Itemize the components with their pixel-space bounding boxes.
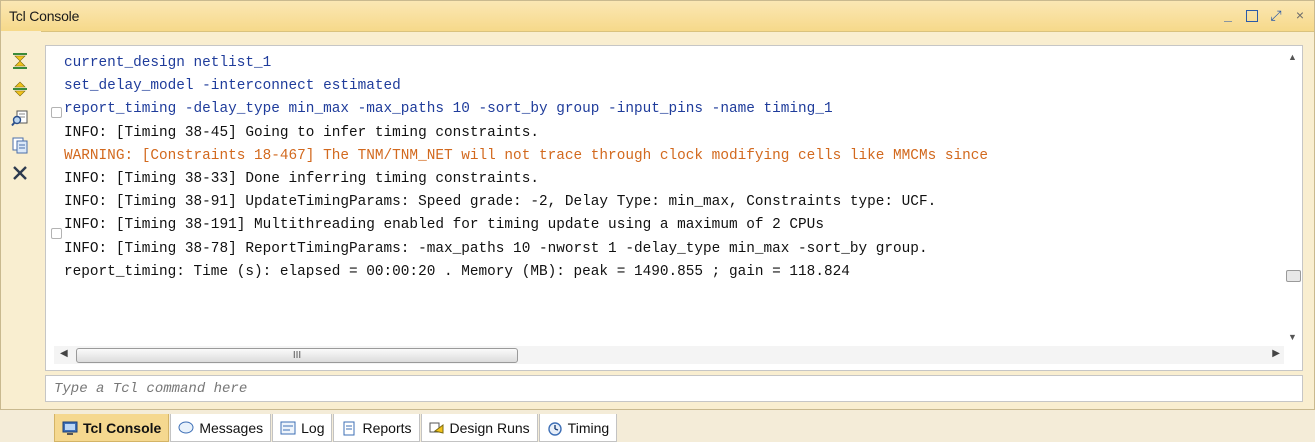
tab-design-runs[interactable]: Design Runs bbox=[420, 414, 538, 442]
console-icon bbox=[62, 421, 78, 435]
messages-icon bbox=[178, 421, 194, 435]
reports-icon bbox=[341, 421, 357, 435]
console-line: current_design netlist_1 bbox=[64, 55, 272, 71]
tab-messages[interactable]: Messages bbox=[170, 414, 272, 442]
window-controls: _ ⤢ × bbox=[1220, 6, 1308, 24]
vertical-scrollbar[interactable]: ▲ ▼ bbox=[1284, 46, 1302, 346]
tab-timing[interactable]: Timing bbox=[538, 414, 618, 442]
console-line: INFO: [Timing 38-78] ReportTimingParams:… bbox=[64, 240, 928, 257]
console-line: WARNING: [Constraints 18-467] The TNM/TN… bbox=[64, 147, 989, 164]
clear-button[interactable] bbox=[10, 163, 30, 183]
expand-all-button[interactable] bbox=[10, 79, 30, 99]
tab-label: Design Runs bbox=[449, 419, 530, 436]
bottom-tab-bar: Tcl Console Messages Log Reports Design Runs… bbox=[54, 414, 618, 442]
find-icon bbox=[11, 110, 28, 127]
panel-titlebar: Tcl Console _ ⤢ × bbox=[1, 1, 1314, 32]
scroll-right-icon[interactable]: ▶ bbox=[1272, 348, 1280, 359]
tab-label: Messages bbox=[199, 419, 264, 436]
console-line: report_timing -delay_type min_max -max_p… bbox=[64, 101, 833, 118]
collapse-all-button[interactable] bbox=[10, 51, 30, 71]
tab-label: Reports bbox=[362, 419, 412, 436]
console-line: report_timing: Time (s): elapsed = 00:00… bbox=[64, 263, 850, 280]
scroll-up-icon[interactable]: ▲ bbox=[1288, 52, 1297, 62]
tcl-console-panel: Tcl Console _ ⤢ × current_design netlist… bbox=[0, 0, 1315, 410]
tab-label: Timing bbox=[567, 419, 610, 436]
tcl-command-input[interactable] bbox=[46, 376, 1302, 401]
find-button[interactable] bbox=[10, 108, 30, 128]
expand-all-icon bbox=[13, 81, 27, 97]
log-icon bbox=[280, 421, 296, 435]
horizontal-scroll-thumb[interactable]: III bbox=[76, 348, 518, 363]
float-button[interactable]: ⤢ bbox=[1268, 6, 1284, 24]
tab-label: Tcl Console bbox=[83, 419, 162, 436]
console-lines: current_design netlist_1 set_delay_model … bbox=[64, 52, 988, 284]
minimize-button[interactable]: _ bbox=[1220, 6, 1236, 24]
fold-marker[interactable] bbox=[51, 107, 62, 118]
timing-icon bbox=[547, 421, 563, 436]
maximize-icon bbox=[1246, 10, 1258, 22]
tab-label: Log bbox=[301, 419, 325, 436]
tab-log[interactable]: Log bbox=[272, 414, 333, 442]
scroll-down-icon[interactable]: ▼ bbox=[1288, 332, 1297, 342]
design-runs-icon bbox=[429, 421, 445, 435]
vertical-scroll-thumb[interactable] bbox=[1286, 270, 1301, 282]
tab-reports[interactable]: Reports bbox=[333, 414, 420, 442]
console-output[interactable]: current_design netlist_1 set_delay_model … bbox=[45, 45, 1303, 371]
console-line: set_delay_model -interconnect estimated bbox=[64, 78, 401, 95]
maximize-button[interactable] bbox=[1244, 6, 1260, 24]
clear-icon bbox=[13, 166, 27, 180]
console-line: INFO: [Timing 38-33] Done inferring timi… bbox=[64, 170, 539, 187]
fold-marker[interactable] bbox=[51, 228, 62, 239]
console-line: INFO: [Timing 38-91] UpdateTimingParams:… bbox=[64, 194, 937, 211]
console-toolbar bbox=[1, 31, 41, 380]
tab-tcl-console[interactable]: Tcl Console bbox=[54, 414, 170, 442]
collapse-all-icon bbox=[13, 53, 27, 69]
horizontal-scrollbar[interactable]: ◀ III ▶ bbox=[54, 346, 1284, 364]
copy-button[interactable] bbox=[10, 135, 30, 155]
copy-icon bbox=[12, 137, 28, 154]
scroll-left-icon[interactable]: ◀ bbox=[60, 348, 68, 359]
console-line: INFO: [Timing 38-191] Multithreading ena… bbox=[64, 217, 824, 234]
tcl-command-input-row bbox=[45, 375, 1303, 402]
panel-title: Tcl Console bbox=[9, 8, 80, 24]
console-line: INFO: [Timing 38-45] Going to infer timi… bbox=[64, 124, 539, 141]
close-button[interactable]: × bbox=[1292, 6, 1308, 24]
